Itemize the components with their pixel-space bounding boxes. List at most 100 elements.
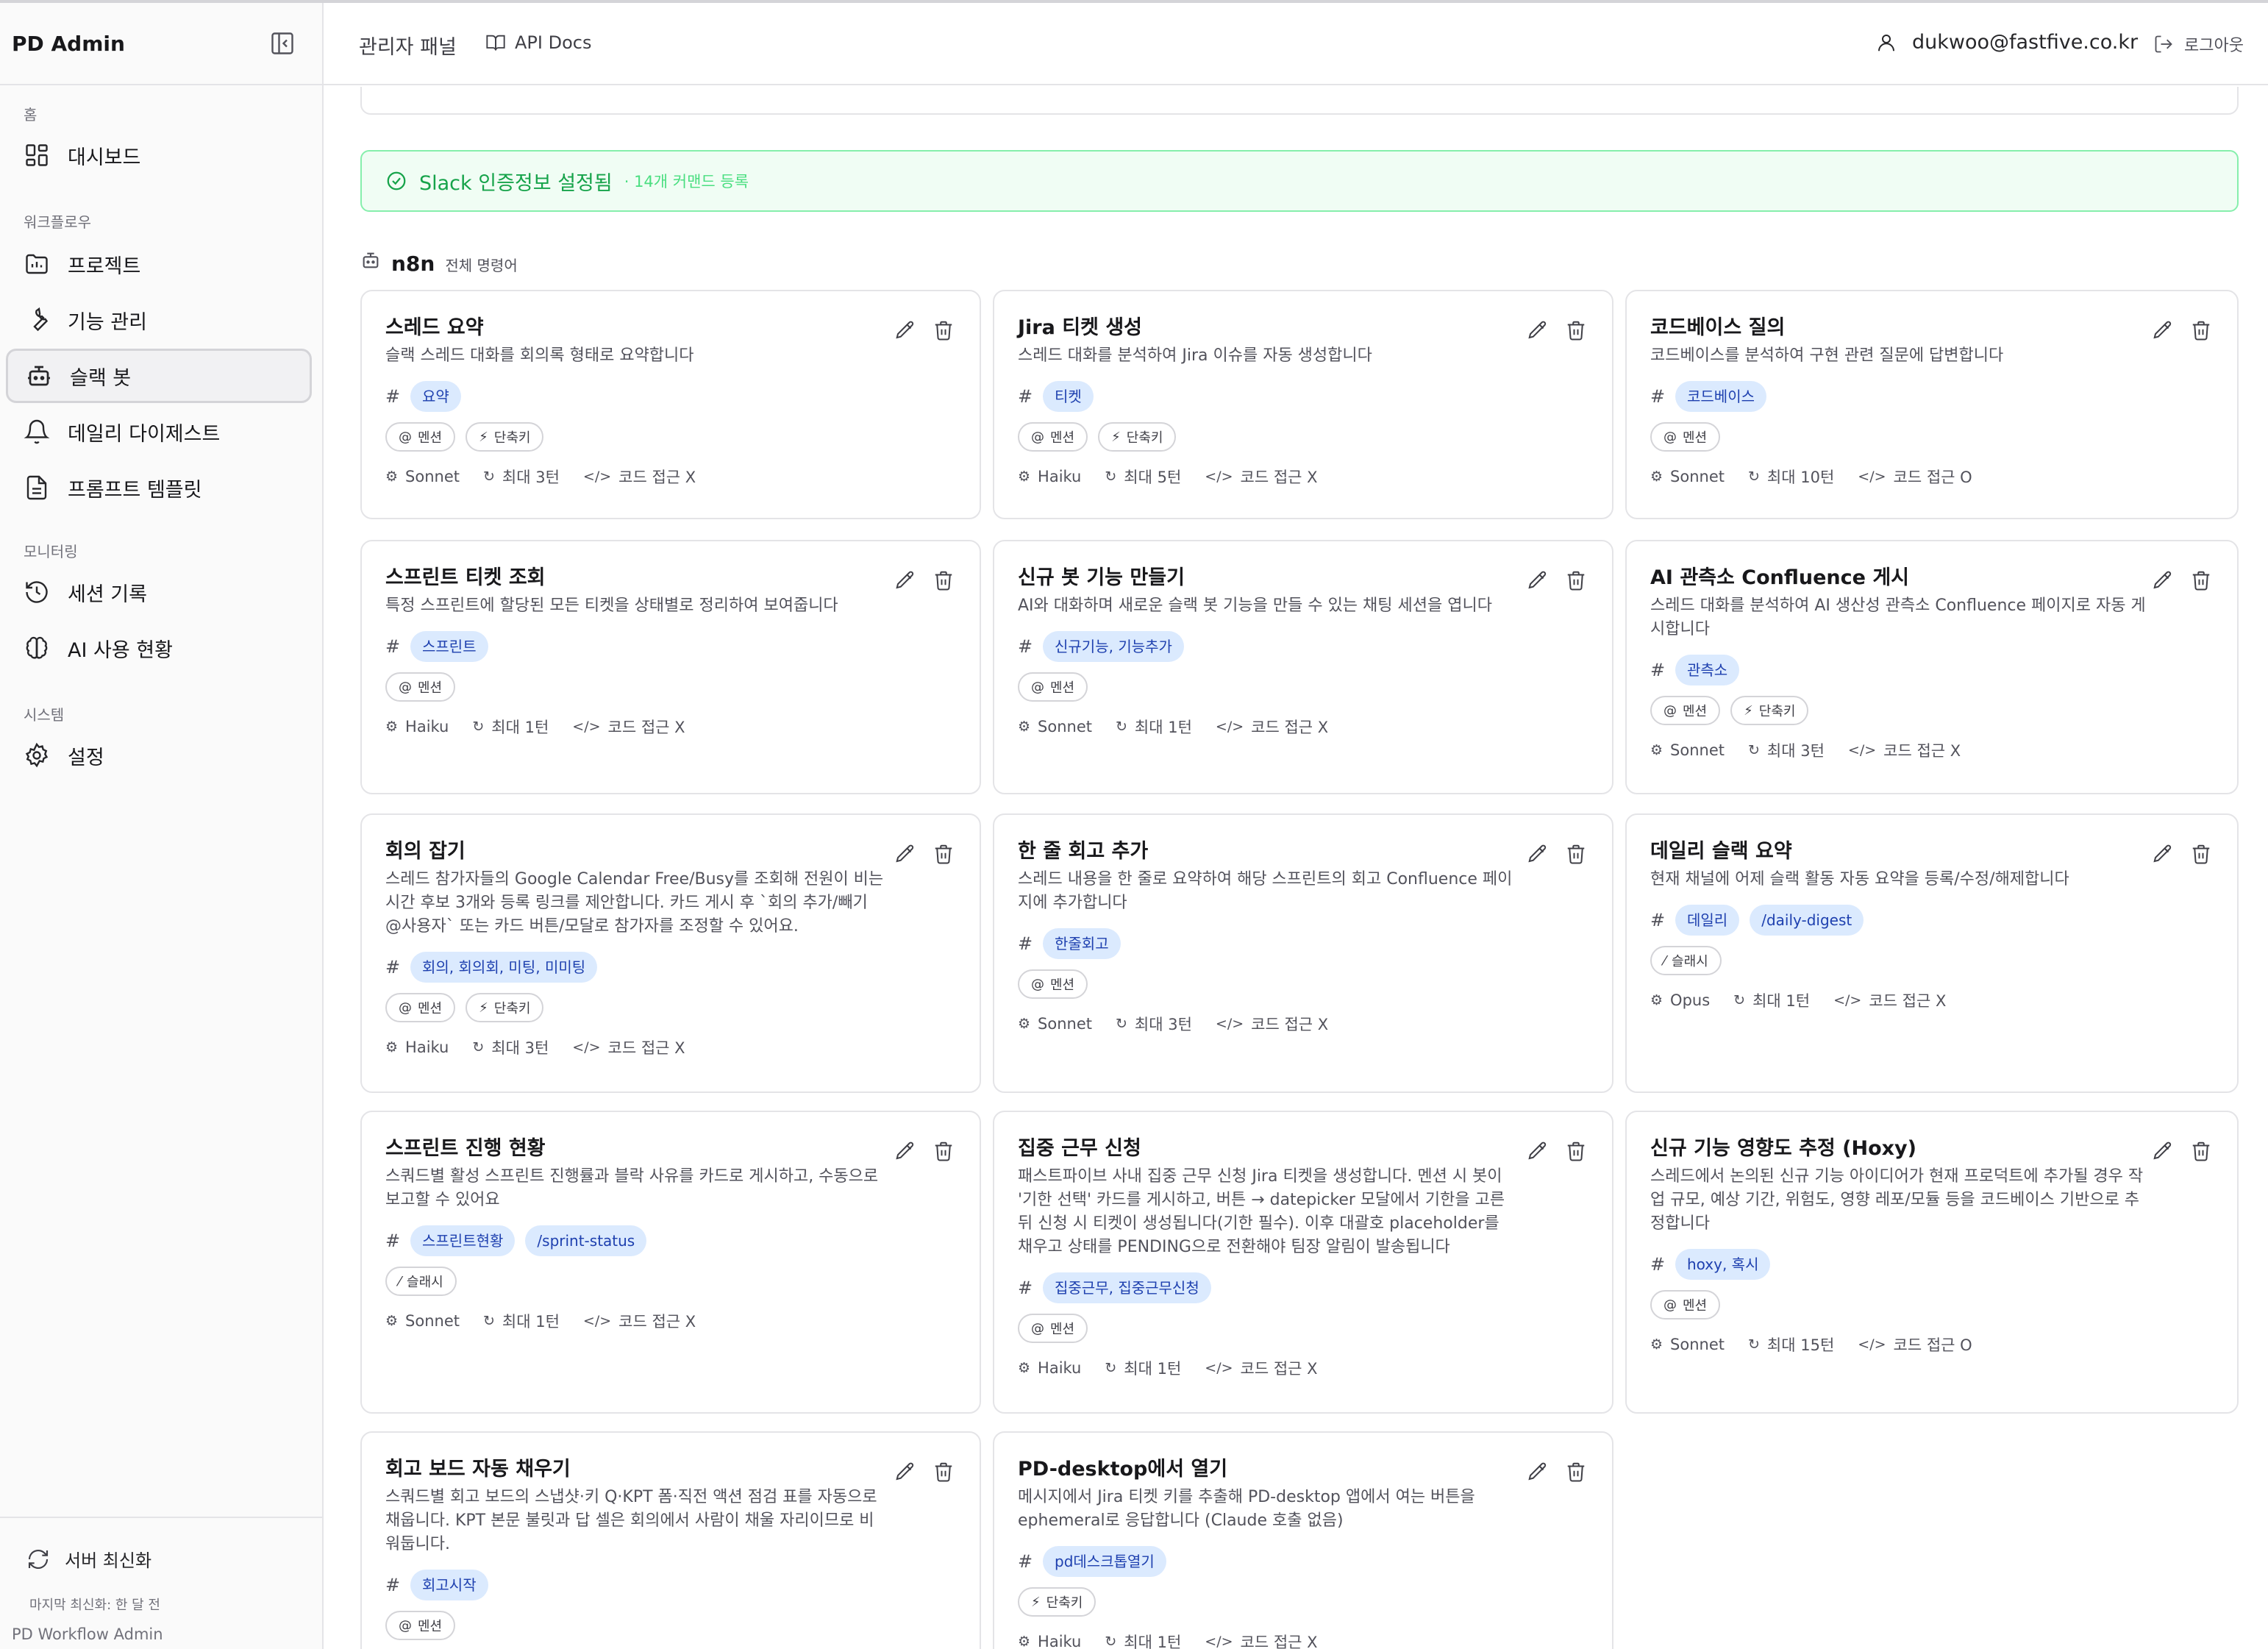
mention-icon: @	[1031, 976, 1044, 992]
trash-icon[interactable]	[1565, 1461, 1587, 1483]
sidebar-item-projects[interactable]: 프로젝트	[6, 237, 312, 291]
trash-icon[interactable]	[1565, 1140, 1587, 1162]
trigger-label: 단축키	[1758, 704, 1796, 719]
server-refresh-button[interactable]: 서버 최신화	[26, 1546, 151, 1572]
model-info: ⚙ Haiku	[385, 1039, 449, 1056]
command-tag: 한줄회고	[1043, 928, 1121, 959]
trigger-label: 단축키	[493, 430, 531, 446]
trash-icon[interactable]	[2190, 319, 2212, 341]
command-card[interactable]: 스프린트 진행 현황 스쿼드별 활성 스프린트 진행률과 블락 사유를 카드로 …	[360, 1111, 981, 1414]
sidebar-item-features[interactable]: 기능 관리	[6, 293, 312, 347]
command-card[interactable]: 집중 근무 신청 패스트파이브 사내 집중 근무 신청 Jira 티켓을 생성합…	[993, 1111, 1613, 1414]
command-card[interactable]: 회고 보드 자동 채우기 스쿼드별 회고 보드의 스냅샷·키 Q·KPT 폼·직…	[360, 1431, 981, 1649]
trash-icon[interactable]	[2190, 569, 2212, 591]
card-description: 스쿼드별 회고 보드의 스냅샷·키 Q·KPT 폼·직전 액션 점검 표를 자동…	[385, 1488, 877, 1553]
cpu-icon: ⚙	[1650, 469, 1663, 485]
edit-icon[interactable]	[2152, 319, 2174, 341]
meta-row: ⚙ Haiku ↻ 최대 1턴 </> 코드 접근 X	[385, 712, 956, 741]
command-card[interactable]: 한 줄 회고 추가 스레드 내용을 한 줄로 요약하여 해당 스프린트의 회고 …	[993, 813, 1613, 1093]
edit-icon[interactable]	[894, 1461, 916, 1483]
edit-icon[interactable]	[894, 843, 916, 865]
edit-icon[interactable]	[2152, 569, 2174, 591]
sidebar-item-dashboard[interactable]: 대시보드	[6, 128, 312, 182]
command-card[interactable]: 신규 기능 영향도 추정 (Hoxy) 스레드에서 논의된 신규 기능 아이디어…	[1625, 1111, 2239, 1414]
trash-icon[interactable]	[2190, 1140, 2212, 1162]
edit-icon[interactable]	[1527, 319, 1549, 341]
max-turns-info: ↻ 최대 3턴	[483, 466, 560, 488]
trash-icon[interactable]	[932, 1140, 955, 1162]
trash-icon[interactable]	[1565, 843, 1587, 865]
trash-icon[interactable]	[932, 1461, 955, 1483]
brand-title: PD Admin	[12, 31, 125, 56]
command-tag: 신규기능, 기능추가	[1043, 631, 1184, 662]
command-card[interactable]: Jira 티켓 생성 스레드 대화를 분석하여 Jira 이슈를 자동 생성합니…	[993, 290, 1613, 519]
max-turns-info: ↻ 최대 1턴	[1733, 989, 1810, 1011]
sidebar-item-ai-usage[interactable]: AI 사용 현황	[6, 621, 312, 675]
hash-icon: #	[385, 1575, 401, 1595]
edit-icon[interactable]	[2152, 1140, 2174, 1162]
card-title: AI 관측소 Confluence 게시	[1650, 566, 1910, 589]
trash-icon[interactable]	[932, 569, 955, 591]
model-info: ⚙ Opus	[1650, 991, 1710, 1009]
tag-row: # 회고시작	[385, 1568, 956, 1602]
gear-icon	[24, 742, 50, 769]
code-icon: </>	[572, 719, 601, 735]
command-card[interactable]: 회의 잡기 스레드 참가자들의 Google Calendar Free/Bus…	[360, 813, 981, 1093]
edit-icon[interactable]	[894, 1140, 916, 1162]
hash-icon: #	[1650, 910, 1666, 930]
sidebar-item-settings[interactable]: 설정	[6, 728, 312, 783]
model-info: ⚙ Sonnet	[385, 468, 460, 485]
edit-icon[interactable]	[1527, 1461, 1549, 1483]
trash-icon[interactable]	[1565, 569, 1587, 591]
edit-icon[interactable]	[2152, 843, 2174, 865]
sidebar-item-daily-digest[interactable]: 데일리 다이제스트	[6, 405, 312, 459]
sidebar-item-prompt-templates[interactable]: 프롬프트 템플릿	[6, 460, 312, 515]
trigger-shortcut-badge: ⚡ 단축키	[466, 993, 544, 1022]
sidebar-item-slack-bot[interactable]: 슬랙 봇	[6, 349, 312, 403]
code-icon: </>	[1215, 1016, 1244, 1032]
command-card[interactable]: 스프린트 티켓 조회 특정 스프린트에 할당된 모든 티켓을 상태별로 정리하여…	[360, 540, 981, 794]
hash-icon: #	[1018, 1551, 1033, 1572]
meta-row: ⚙ Opus ↻ 최대 1턴 </> 코드 접근 X	[1650, 986, 2214, 1015]
trash-icon[interactable]	[2190, 843, 2212, 865]
edit-icon[interactable]	[894, 319, 916, 341]
card-description: 스레드에서 논의된 신규 기능 아이디어가 현재 프로덕트에 추가될 경우 작업…	[1650, 1167, 2144, 1233]
meta-row: ⚙ Sonnet ↻ 최대 3턴 </> 코드 접근 X	[1650, 736, 2214, 765]
edit-icon[interactable]	[1527, 569, 1549, 591]
logout-button[interactable]: 로그아웃	[2153, 32, 2244, 56]
code-access-info: </> 코드 접근 X	[1833, 989, 1946, 1011]
max-turns-info: ↻ 최대 3턴	[472, 1036, 549, 1058]
trash-icon[interactable]	[932, 843, 955, 865]
mention-icon: @	[1663, 1297, 1677, 1313]
sidebar-collapse-icon[interactable]	[269, 30, 296, 57]
model-name: Sonnet	[1038, 1015, 1092, 1033]
model-name: Sonnet	[1670, 1336, 1725, 1353]
code-access-info: </> 코드 접근 X	[1205, 1357, 1317, 1379]
cpu-icon: ⚙	[385, 469, 399, 485]
max-turns: 최대 5턴	[1124, 469, 1182, 486]
cpu-icon: ⚙	[1018, 1634, 1031, 1649]
api-docs-link[interactable]: API Docs	[485, 32, 591, 53]
code-access-info: </> 코드 접근 X	[1205, 1631, 1317, 1649]
code-access-info: </> 코드 접근 X	[1216, 1013, 1328, 1035]
command-card[interactable]: 데일리 슬랙 요약 현재 채널에 어제 슬랙 활동 자동 요약을 등록/수정/해…	[1625, 813, 2239, 1093]
trash-icon[interactable]	[1565, 319, 1587, 341]
command-card[interactable]: AI 관측소 Confluence 게시 스레드 대화를 분석하여 AI 생산성…	[1625, 540, 2239, 794]
card-description: 스쿼드별 활성 스프린트 진행률과 블락 사유를 카드로 게시하고, 수동으로 …	[385, 1167, 879, 1209]
command-card[interactable]: PD-desktop에서 열기 메시지에서 Jira 티켓 키를 추출해 PD-…	[993, 1431, 1613, 1649]
sidebar-item-session-history[interactable]: 세션 기록	[6, 565, 312, 619]
code-icon: </>	[1833, 992, 1862, 1008]
card-title: 집중 근무 신청	[1018, 1137, 1141, 1160]
edit-icon[interactable]	[1527, 843, 1549, 865]
max-turns: 최대 1턴	[1752, 992, 1811, 1010]
edit-icon[interactable]	[1527, 1140, 1549, 1162]
command-card[interactable]: 신규 봇 기능 만들기 AI와 대화하며 새로운 슬랙 봇 기능을 만들 수 있…	[993, 540, 1613, 794]
model-name: Opus	[1670, 991, 1711, 1009]
trash-icon[interactable]	[932, 319, 955, 341]
command-card[interactable]: 코드베이스 질의 코드베이스를 분석하여 구현 관련 질문에 답변합니다 # 코드…	[1625, 290, 2239, 519]
max-turns-info: ↻ 최대 1턴	[1105, 1631, 1181, 1649]
command-card[interactable]: 스레드 요약 슬랙 스레드 대화를 회의록 형태로 요약합니다 # 요약 @ 멘션 ⚡…	[360, 290, 981, 519]
model-info: ⚙ Sonnet	[1018, 1015, 1092, 1033]
edit-icon[interactable]	[894, 569, 916, 591]
trigger-row: ⁄ 슬래시	[385, 1267, 956, 1296]
